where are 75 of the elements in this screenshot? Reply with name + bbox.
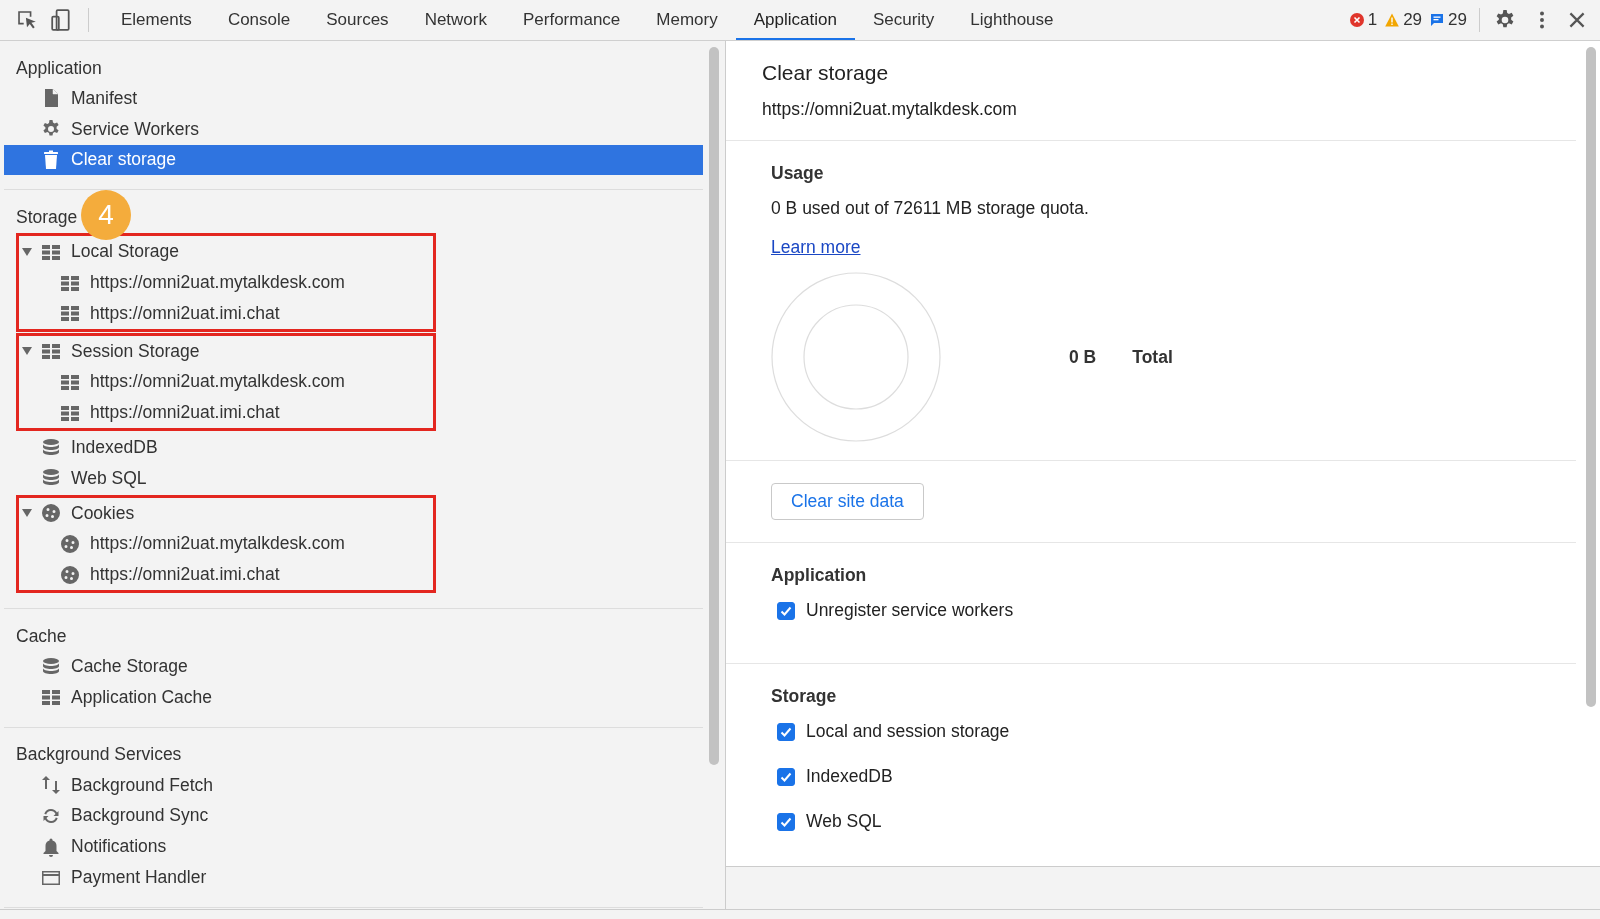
error-icon[interactable] [1349,13,1364,27]
sidebar-item[interactable]: IndexedDB [4,432,703,463]
checkbox-label: Web SQL [806,811,882,832]
inspect-icon[interactable] [16,9,38,31]
page-title: Clear storage [762,61,890,85]
panel-tab[interactable]: Elements [103,0,210,40]
grid-icon [41,687,61,708]
scrollbar-thumb[interactable] [1586,47,1596,707]
panel-tab[interactable]: Lighthouse [952,0,1072,40]
message-count: 29 [1448,10,1467,30]
scrollbar-thumb[interactable] [709,47,719,765]
section-heading: Usage [771,163,825,184]
section-heading: Application [771,565,868,586]
section-title: Storage [16,206,78,228]
panel-tab[interactable]: Performance [505,0,639,40]
tree-item[interactable]: https://omni2uat.mytalkdesk.com [19,366,433,398]
sidebar-item[interactable]: Web SQL [4,462,703,494]
tree-item[interactable]: Cookies [19,497,433,529]
checkbox-label: Local and session storage [806,721,1010,742]
quota-text: 0 B used out of 72611 MB storage quota. [771,198,1090,219]
tree-item[interactable]: https://omni2uat.mytalkdesk.com [19,267,433,298]
panel-tab[interactable]: Memory [638,0,736,40]
sidebar-item[interactable]: Cache Storage [4,651,703,682]
tree-item[interactable]: https://omni2uat.imi.chat [19,298,433,329]
sidebar-item[interactable]: Clear storage [4,144,703,176]
tree-item[interactable]: Session Storage [19,335,433,367]
step-badge: 4 [81,190,131,241]
section-heading: Storage [771,686,838,707]
origin-url: https://omni2uat.mytalkdesk.com [762,99,1018,120]
message-icon[interactable] [1430,13,1445,27]
cookie-icon [41,503,61,524]
section-title: Application [16,57,102,79]
device-icon[interactable] [50,9,72,31]
expand-arrow-icon[interactable] [22,247,32,256]
expand-arrow-icon[interactable] [22,509,32,518]
sidebar-item[interactable]: Payment Handler [4,862,703,893]
section-title: Background Services [16,744,182,766]
panel-tab[interactable]: Security [854,0,953,40]
panel-tab[interactable]: Application [735,0,855,40]
panel-tab[interactable]: Sources [308,0,407,40]
section-title: Cache [16,625,67,647]
checkbox[interactable] [777,812,795,831]
grid-icon [60,303,80,324]
panel-tab[interactable]: Network [406,0,505,40]
checkbox-label: Unregister service workers [806,600,1014,621]
arrows-icon [41,775,61,796]
grid-icon [41,341,61,362]
sidebar-item[interactable]: Background Sync [4,800,703,832]
sidebar-item[interactable]: Application Cache [4,681,703,713]
tree-item[interactable]: https://omni2uat.mytalkdesk.com [19,528,433,560]
panel-tab[interactable]: Console [209,0,309,40]
checkbox[interactable] [777,722,795,741]
sidebar-item[interactable]: Service Workers [4,113,703,145]
tree-item[interactable]: https://omni2uat.imi.chat [19,397,433,429]
sidebar-item[interactable]: Notifications [4,831,703,863]
cookie-icon [60,564,80,585]
total-label: Total [1132,346,1173,368]
more-menu-icon[interactable] [1538,9,1546,31]
bell-icon [41,836,61,857]
cookie-icon [60,533,80,554]
checkbox[interactable] [777,601,795,620]
tree-item[interactable]: https://omni2uat.imi.chat [19,559,433,591]
trash-icon [41,150,61,170]
warning-count: 29 [1403,10,1423,30]
expand-arrow-icon[interactable] [22,347,32,356]
error-count: 1 [1367,10,1378,30]
database-icon [41,437,61,458]
total-value: 0 B [1069,346,1097,368]
clear-site-data-button[interactable]: Clear site data [771,483,924,520]
sidebar-item[interactable]: Manifest [4,83,703,114]
sidebar-item[interactable]: Background Fetch [4,769,703,801]
checkbox-label: IndexedDB [806,766,893,787]
learn-more-link[interactable]: Learn more [771,237,861,258]
database-icon [41,656,61,677]
checkbox[interactable] [777,767,795,786]
